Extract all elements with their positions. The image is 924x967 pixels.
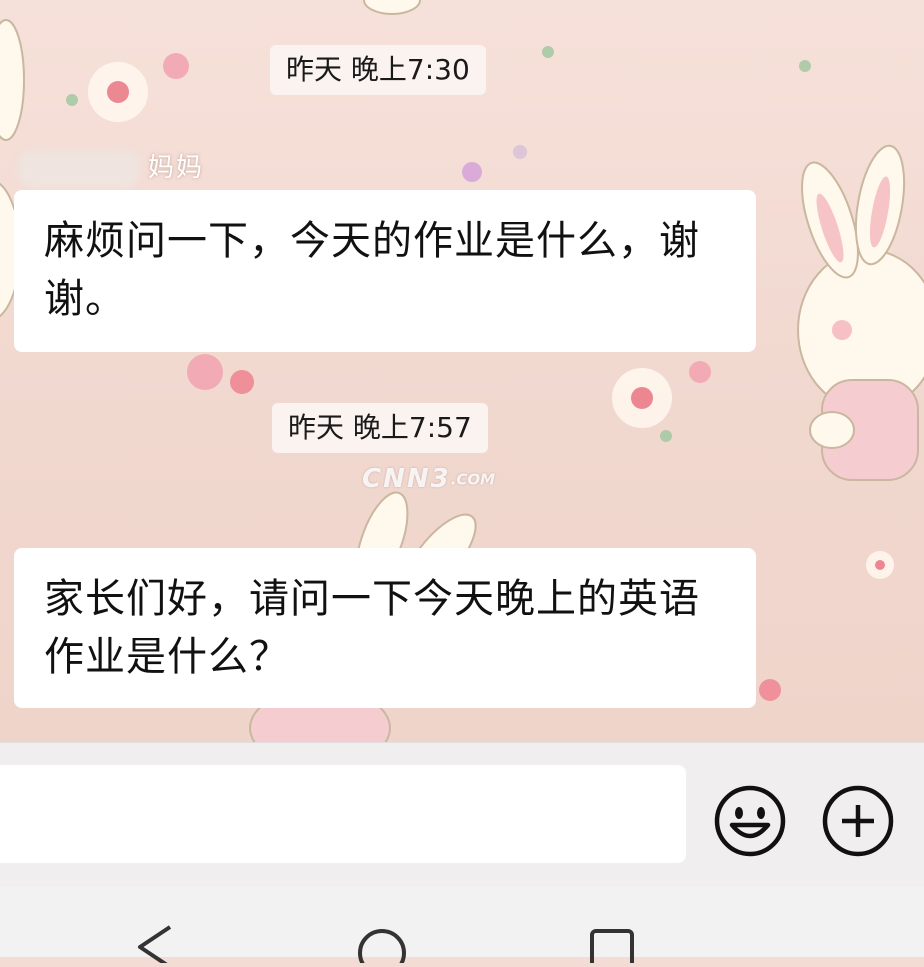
recent-square-icon xyxy=(590,929,634,967)
home-circle-icon xyxy=(358,929,406,967)
plus-icon xyxy=(822,785,894,857)
message-input[interactable] xyxy=(0,765,686,863)
message-timestamp: 昨天 晚上7:30 xyxy=(270,45,486,95)
nav-recent-button[interactable] xyxy=(582,923,642,967)
message-timestamp: 昨天 晚上7:57 xyxy=(272,403,488,453)
watermark-text: CNN3 xyxy=(362,464,451,494)
sender-avatar-blurred xyxy=(18,150,140,188)
watermark: CNN3.COM xyxy=(362,462,495,496)
emoji-button[interactable] xyxy=(712,783,788,859)
chat-area[interactable]: 昨天 晚上7:30 妈妈 麻烦问一下，今天的作业是什么，谢谢。 昨天 晚上7:5… xyxy=(0,0,924,742)
nav-home-button[interactable] xyxy=(352,923,412,967)
message-bubble[interactable]: 麻烦问一下，今天的作业是什么，谢谢。 xyxy=(14,190,756,352)
input-bar xyxy=(0,742,924,888)
watermark-suffix: .COM xyxy=(450,470,496,489)
plus-button[interactable] xyxy=(820,783,896,859)
nav-back-button[interactable] xyxy=(126,923,186,967)
system-nav-bar xyxy=(0,887,924,967)
emoji-icon xyxy=(714,785,786,857)
back-triangle-icon xyxy=(138,925,172,967)
message-bubble[interactable]: 家长们好，请问一下今天晚上的英语作业是什么？ xyxy=(14,548,756,708)
sender-name: 妈妈 xyxy=(148,153,205,183)
